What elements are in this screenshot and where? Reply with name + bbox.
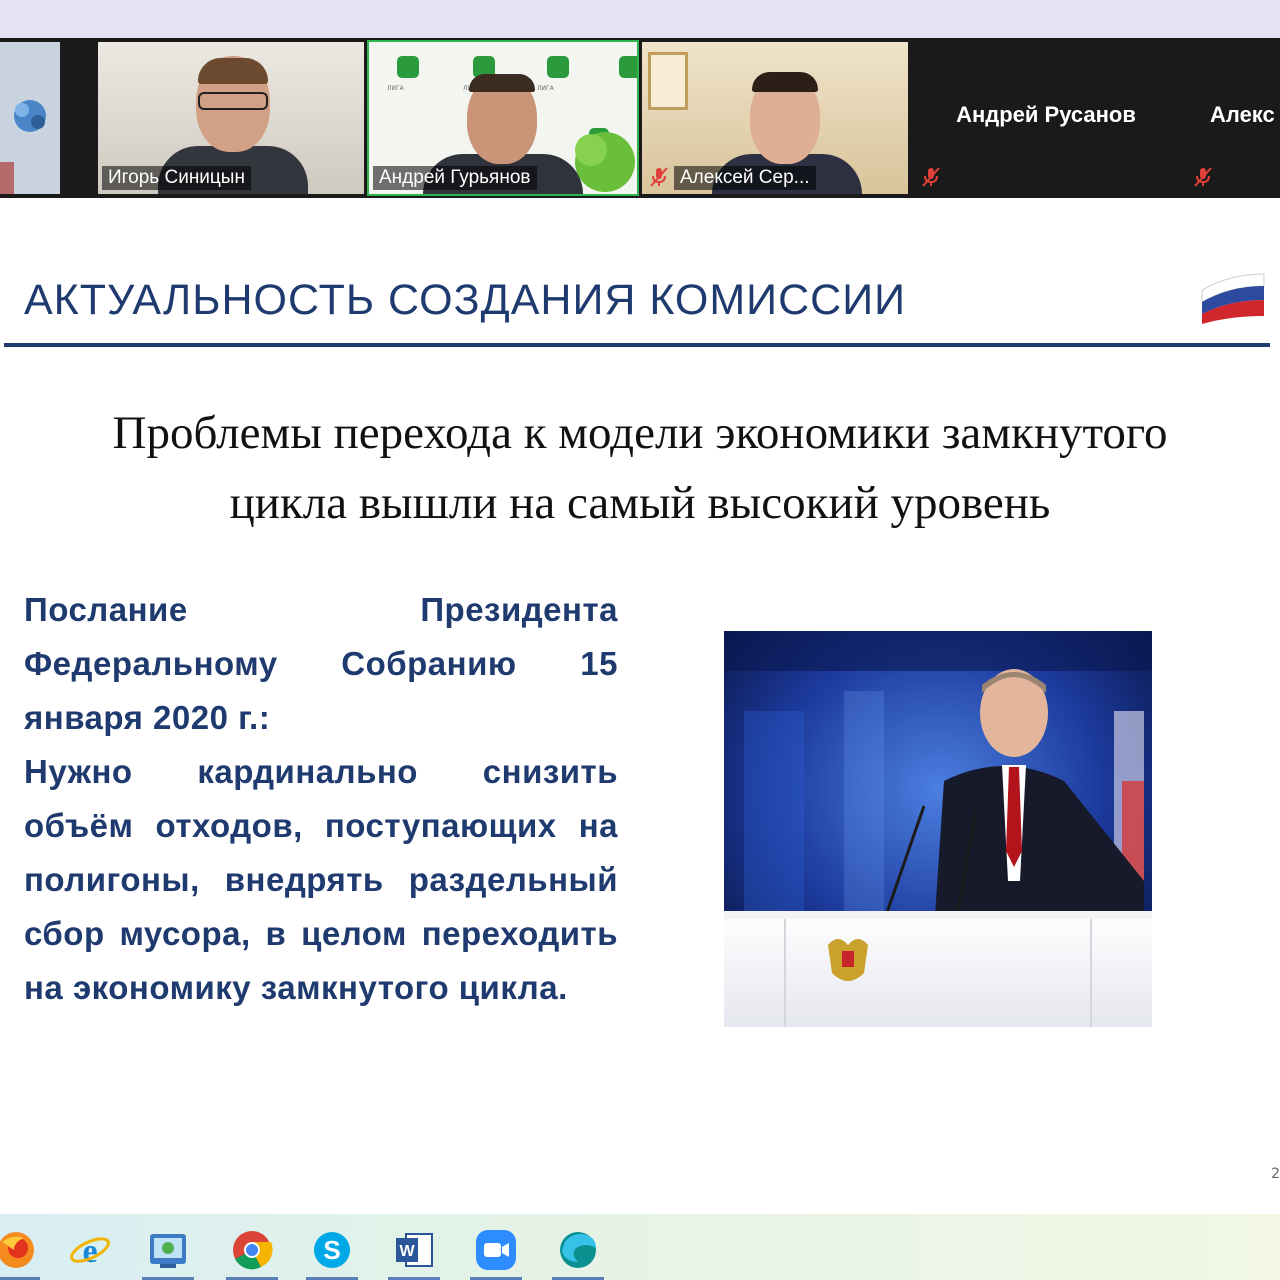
internet-explorer-icon[interactable]: e (68, 1228, 112, 1272)
quote-block: Послание Президента Федеральному Собрани… (24, 583, 618, 1015)
slide-heading: Проблемы перехода к модели экономики зам… (0, 398, 1280, 538)
heading-line-2: цикла вышли на самый высокий уровень (229, 477, 1051, 529)
quote-text: Нужно кардинально снизить объём отходов,… (24, 753, 618, 1006)
edge-icon[interactable] (556, 1228, 600, 1272)
svg-text:ЛИГА: ЛИГА (537, 85, 555, 92)
word-icon[interactable]: W (392, 1228, 436, 1272)
picture-viewer-icon[interactable] (146, 1228, 190, 1272)
participant-tile-0[interactable] (0, 42, 60, 194)
windows-taskbar: e S W (0, 1214, 1280, 1280)
participant-tile-3[interactable]: Алексей Сер... (642, 42, 908, 194)
mic-muted-icon (922, 167, 940, 187)
participant-tile-5[interactable]: Алекс (1184, 42, 1280, 194)
window-top-band (0, 0, 1280, 38)
participant-tile-1[interactable]: Игорь Синицын (98, 42, 364, 194)
participant-name: Алексей Сер... (674, 166, 816, 190)
russian-flag-icon (1201, 273, 1265, 324)
participant-tile-4[interactable]: Андрей Русанов (912, 42, 1180, 194)
svg-text:ЛИГА: ЛИГА (387, 85, 405, 92)
presentation-slide: АКТУАЛЬНОСТЬ СОЗДАНИЯ КОМИССИИ Проблемы … (0, 198, 1280, 1214)
quote-intro: Послание Президента Федеральному Собрани… (24, 591, 618, 736)
mic-muted-icon (650, 167, 668, 187)
coat-of-arms-icon (828, 939, 868, 981)
organization-logo-icon (0, 42, 60, 194)
chrome-icon[interactable] (230, 1228, 274, 1272)
svg-text:S: S (323, 1235, 340, 1265)
participant-name: Алекс (1210, 102, 1275, 127)
video-participant-strip: Игорь Синицын ЛИГАЛИГАЛИГА Андрей Гурьян… (0, 38, 1280, 198)
firefox-icon[interactable] (0, 1228, 38, 1272)
participant-name: Игорь Синицын (102, 166, 251, 190)
skype-icon[interactable]: S (310, 1228, 354, 1272)
heading-line-1: Проблемы перехода к модели экономики зам… (112, 407, 1168, 459)
svg-text:W: W (399, 1243, 415, 1260)
slide-page-number: 2 (1271, 1166, 1280, 1182)
speaker-podium-photo (724, 631, 1152, 1027)
mic-muted-icon (1194, 167, 1212, 187)
slide-title: АКТУАЛЬНОСТЬ СОЗДАНИЯ КОМИССИИ (24, 276, 907, 324)
participant-name: Андрей Русанов (956, 102, 1136, 127)
zoom-icon[interactable] (474, 1228, 518, 1272)
participant-tile-2-active[interactable]: ЛИГАЛИГАЛИГА Андрей Гурьянов (367, 40, 639, 196)
title-underline (4, 343, 1270, 347)
participant-name: Андрей Гурьянов (373, 166, 537, 190)
